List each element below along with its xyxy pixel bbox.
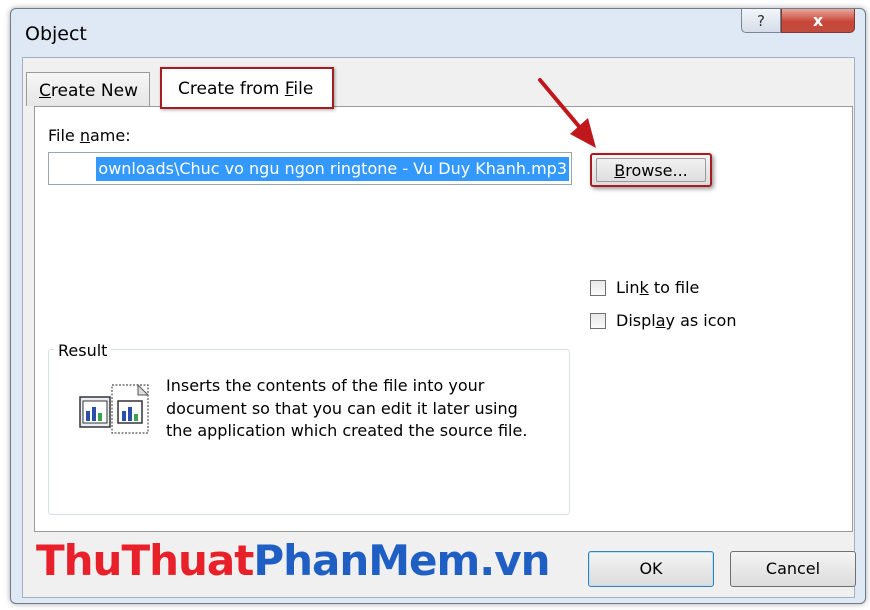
help-button[interactable]: ?	[741, 9, 781, 33]
file-name-value: ownloads\Chuc vo ngu ngon ringtone - Vu …	[96, 157, 569, 181]
link-to-file-checkbox[interactable]	[590, 280, 606, 296]
red-arrow-annotation	[538, 78, 596, 148]
close-button[interactable]: x	[781, 9, 855, 33]
insert-file-icon	[79, 383, 150, 434]
tab-create-new-label: Create New	[39, 81, 138, 101]
browse-button-label: Browse...	[596, 158, 706, 182]
file-name-label: File name:	[48, 126, 131, 145]
cancel-button[interactable]: Cancel	[730, 551, 856, 587]
display-as-icon-label[interactable]: Display as icon	[616, 311, 736, 330]
result-legend: Result	[54, 341, 112, 360]
tab-create-new[interactable]: Create New	[26, 72, 150, 106]
tab-create-from-file[interactable]: Create from File	[160, 67, 334, 109]
ok-button[interactable]: OK	[588, 551, 714, 587]
display-as-icon-checkbox[interactable]	[590, 313, 606, 329]
link-to-file-label[interactable]: Link to file	[616, 278, 699, 297]
result-description: Inserts the contents of the file into yo…	[166, 376, 528, 440]
help-icon: ?	[757, 11, 765, 30]
close-icon: x	[812, 11, 824, 30]
file-name-input[interactable]: ownloads\Chuc vo ngu ngon ringtone - Vu …	[48, 152, 572, 185]
title-bar[interactable]: Object ? x	[11, 9, 865, 55]
dialog-title: Object	[25, 23, 87, 45]
watermark-logo: ThuThuatPhanMem.vn	[36, 536, 551, 585]
tab-create-from-file-label: Create from File	[178, 79, 314, 99]
